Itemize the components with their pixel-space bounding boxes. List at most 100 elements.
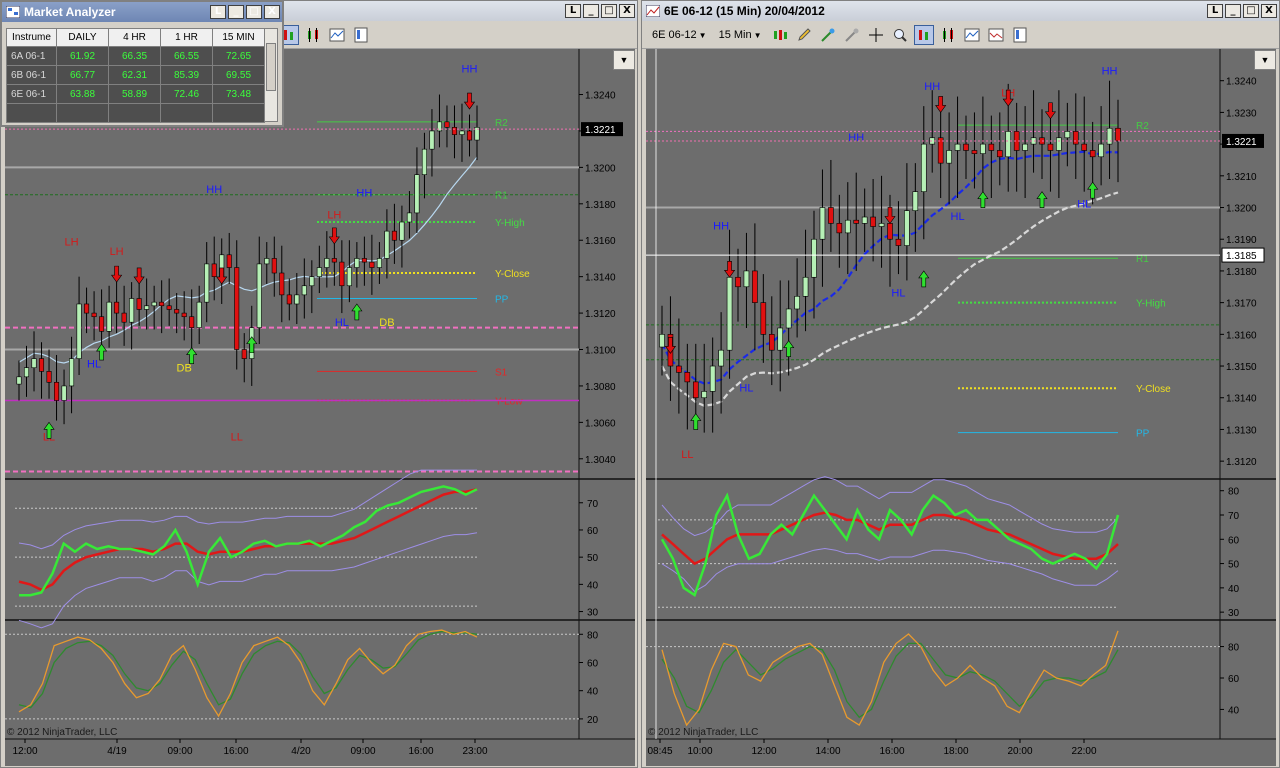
candle-body: [743, 270, 750, 288]
bar-type-icon[interactable]: [913, 24, 934, 45]
value-cell: 63.88: [56, 84, 109, 104]
indicator-icon[interactable]: [327, 25, 347, 45]
price-tick-label: 1.3160: [1226, 330, 1257, 341]
candle-body: [954, 143, 961, 151]
stoch-tick-label: 20: [587, 715, 599, 726]
candle-icon[interactable]: [938, 25, 958, 45]
link-button[interactable]: L: [1207, 4, 1223, 18]
right-scroll-dropdown[interactable]: ▼: [1254, 50, 1276, 70]
pivot-level-label: S1: [495, 367, 508, 378]
instrument-selector[interactable]: 6E 06-12 ▼: [648, 25, 711, 45]
close-button[interactable]: X: [264, 5, 280, 19]
pencil-icon[interactable]: [794, 25, 814, 45]
table-row[interactable]: 6E 06-1 63.88 58.89 72.46 73.48: [6, 84, 265, 104]
candle-body: [466, 130, 473, 141]
candle-body: [1022, 143, 1028, 151]
candle-body: [421, 148, 427, 175]
strategy-icon[interactable]: [986, 25, 1006, 45]
column-header[interactable]: 1 HR: [160, 28, 213, 47]
candle-body: [31, 358, 37, 369]
right-chart-window: 6E 06-12 (15 Min) 20/04/2012 L _ □ X 6E …: [641, 0, 1280, 768]
minimize-button[interactable]: _: [1225, 4, 1241, 18]
table-row[interactable]: 6B 06-1 66.77 62.31 85.39 69.55: [6, 65, 265, 85]
swing-label: HH: [713, 221, 729, 233]
properties-icon[interactable]: [1010, 25, 1030, 45]
candle-body: [828, 207, 834, 224]
crosshair-icon[interactable]: [866, 25, 886, 45]
right-chart[interactable]: 1.32401.32301.32201.32101.32001.31901.31…: [646, 49, 1276, 766]
candle-icon[interactable]: [303, 25, 323, 45]
candle-body: [346, 267, 352, 287]
candle-body: [895, 238, 902, 246]
rsi-tick-label: 40: [1228, 584, 1240, 595]
candle-body: [264, 258, 270, 265]
table-row[interactable]: 6A 06-1 61.92 66.35 66.55 72.65: [6, 46, 265, 66]
candle-body: [861, 216, 868, 224]
candle-body: [1056, 137, 1062, 151]
candle-body: [39, 358, 45, 372]
candle-body: [836, 223, 843, 234]
candle-body: [988, 143, 995, 151]
link-button[interactable]: L: [210, 5, 226, 19]
price-tick-label: 1.3160: [585, 236, 616, 247]
price-tick-label: 1.3200: [1226, 204, 1257, 215]
bar-style-icon[interactable]: [770, 25, 790, 45]
candle-body: [811, 238, 817, 278]
time-tick-label: 16:00: [879, 746, 904, 757]
candle-body: [369, 261, 375, 268]
candle-body: [121, 312, 127, 323]
candle-body: [726, 276, 733, 351]
table-row[interactable]: [6, 103, 265, 123]
candle-body: [887, 223, 893, 240]
rsi-tick-label: 70: [587, 499, 599, 510]
maximize-button[interactable]: □: [246, 5, 262, 19]
link-button[interactable]: L: [565, 4, 581, 18]
price-tick-label: 1.3060: [585, 418, 616, 429]
column-header[interactable]: Instrume: [6, 28, 57, 47]
candle-body: [752, 270, 758, 303]
zoom-icon[interactable]: [890, 25, 910, 45]
rsi-tick-label: 70: [1228, 511, 1240, 522]
candle-body: [144, 305, 150, 310]
swing-label: HL: [87, 359, 101, 371]
left-scroll-dropdown[interactable]: ▼: [613, 50, 635, 70]
candle-body: [709, 365, 716, 392]
candle-body: [354, 258, 360, 268]
stoch-tick-label: 80: [1228, 643, 1240, 654]
indicator-icon[interactable]: [962, 25, 982, 45]
time-tick-label: 4/19: [107, 746, 127, 757]
swing-label: HL: [951, 211, 965, 223]
candle-body: [444, 121, 450, 128]
maximize-button[interactable]: □: [601, 4, 617, 18]
analyzer-icon: [5, 5, 21, 19]
candle-body: [76, 303, 82, 359]
candle-body: [204, 263, 210, 303]
candle-body: [676, 365, 682, 373]
left-chart[interactable]: 1.32401.32201.32001.31801.31601.31401.31…: [5, 49, 635, 766]
price-tick-label: 1.3080: [585, 382, 616, 393]
candle-body: [54, 381, 60, 401]
candle-body: [286, 294, 292, 305]
close-button[interactable]: X: [619, 4, 635, 18]
time-tick-label: 16:00: [408, 746, 433, 757]
close-button[interactable]: X: [1261, 4, 1277, 18]
remove-draw-icon[interactable]: [842, 25, 862, 45]
candle-body: [361, 258, 367, 263]
right-titlebar: 6E 06-12 (15 Min) 20/04/2012 L _ □ X: [642, 1, 1279, 21]
column-header[interactable]: DAILY: [56, 28, 109, 47]
minimize-button[interactable]: _: [583, 4, 599, 18]
maximize-button[interactable]: □: [1243, 4, 1259, 18]
copyright-label: © 2012 NinjaTrader, LLC: [7, 727, 117, 738]
properties-icon[interactable]: [351, 25, 371, 45]
swing-label: LH: [110, 246, 124, 258]
analyzer-scrollbar[interactable]: [264, 28, 278, 122]
interval-selector[interactable]: 15 Min ▼: [715, 25, 766, 45]
candle-body: [1106, 127, 1113, 145]
pivot-level-label: R2: [1136, 121, 1149, 132]
column-header[interactable]: 4 HR: [108, 28, 161, 47]
draw-tool-icon[interactable]: [818, 25, 838, 45]
candle-body: [69, 358, 75, 387]
candle-body: [23, 367, 30, 378]
minimize-button[interactable]: _: [228, 5, 244, 19]
column-header[interactable]: 15 MIN: [212, 28, 265, 47]
